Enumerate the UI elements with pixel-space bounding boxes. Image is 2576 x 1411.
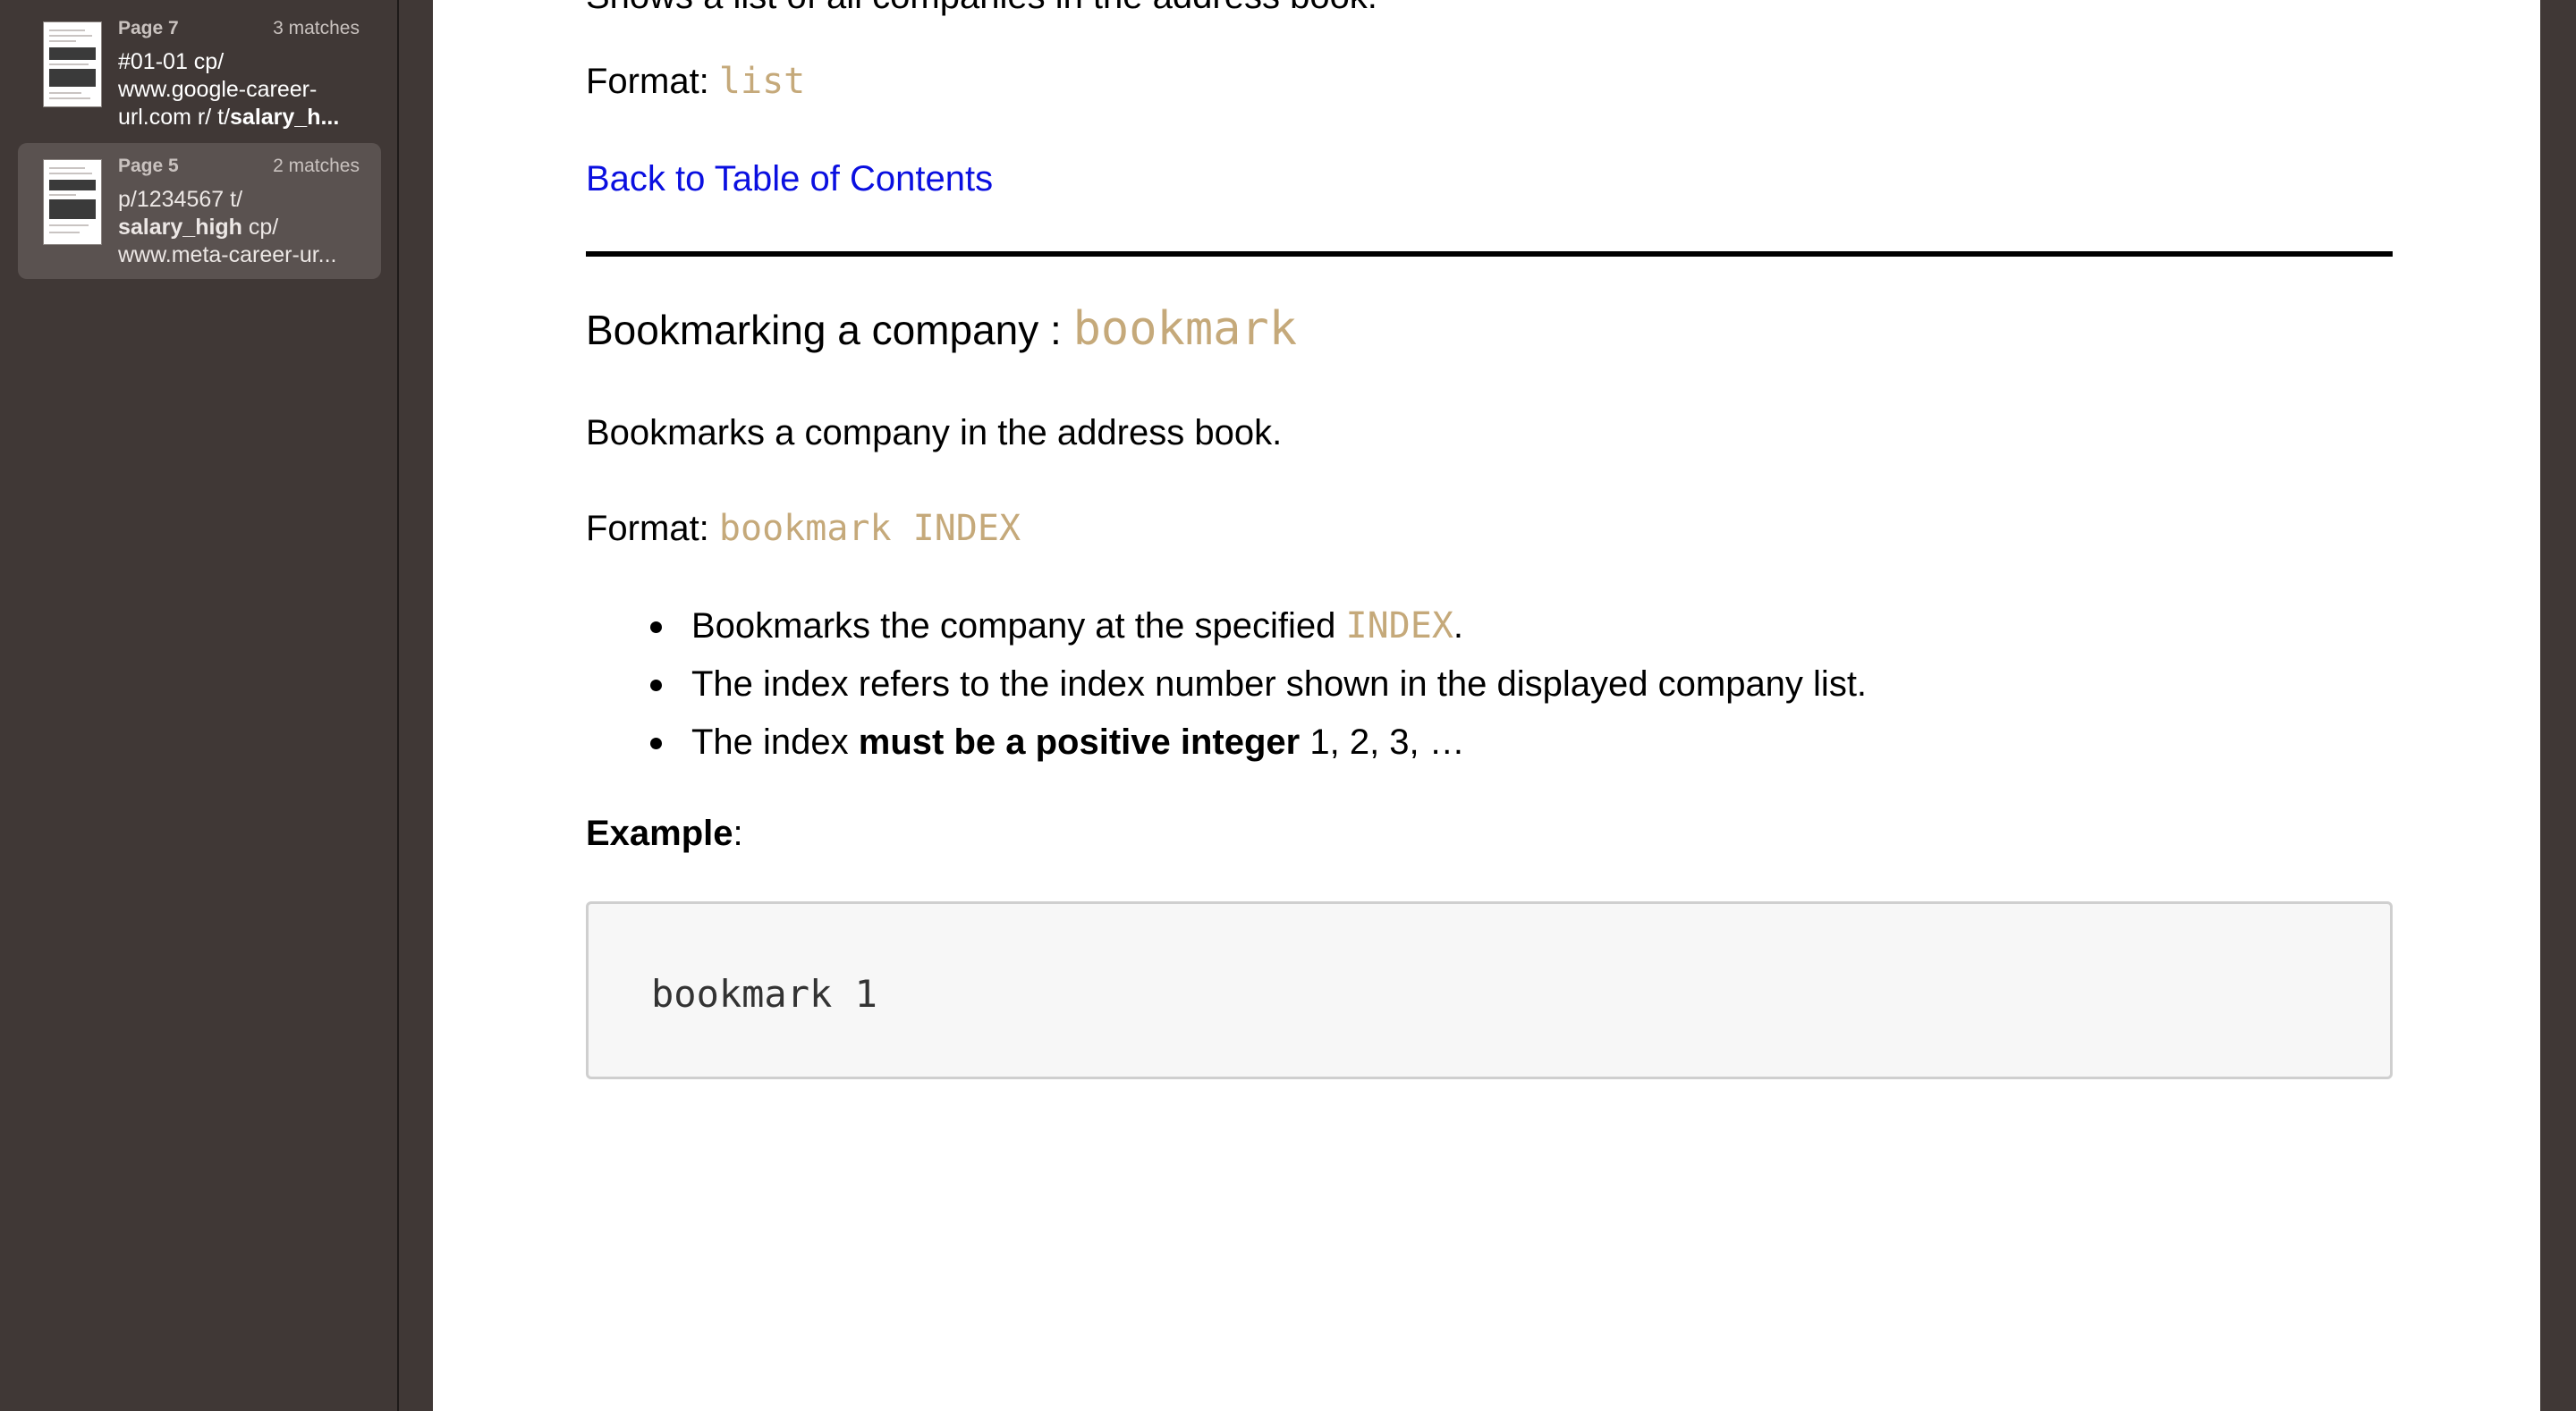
snippet-text: cp/ [242, 215, 279, 240]
example-code: bookmark 1 [651, 972, 877, 1016]
snippet-line: p/1234567 t/ [118, 187, 243, 212]
section-heading: Bookmarking a company : bookmark [586, 302, 1297, 356]
result-page-label: Page 7 [118, 18, 179, 38]
bullet-code: INDEX [1345, 605, 1453, 646]
snippet-line: www.meta-career-ur... [118, 242, 337, 267]
details-list: Bookmarks the company at the specified I… [650, 597, 1867, 772]
format-line: Format: list [586, 61, 805, 102]
snippet-line: www.google-career- [118, 77, 318, 102]
partial-description-line: Shows a list of all companies in the add… [586, 0, 1377, 17]
bullet-text: 1, 2, 3, … [1300, 722, 1465, 762]
example-code-block: bookmark 1 [586, 901, 2393, 1079]
bullet-text: Bookmarks the company at the specified [691, 606, 1346, 646]
result-match-count: 2 matches [273, 156, 360, 176]
section-divider [586, 251, 2393, 257]
result-snippet: #01-01 cp/ www.google-career- url.com r/… [118, 48, 377, 131]
list-item: Bookmarks the company at the specified I… [650, 597, 1867, 655]
snippet-highlight: salary_high [118, 215, 242, 240]
snippet-line: salary_high cp/ [118, 214, 377, 241]
bullet-text: The index [691, 722, 859, 762]
format-line: Format: bookmark INDEX [586, 508, 1021, 549]
list-item: The index refers to the index number sho… [650, 655, 1867, 714]
result-match-count: 3 matches [273, 18, 360, 38]
format-label: Format: [586, 62, 719, 101]
heading-code: bookmark [1072, 302, 1298, 356]
back-to-toc-line: Back to Table of Contents [586, 159, 993, 199]
viewer-gutter [2540, 0, 2576, 1411]
search-results-sidebar: Page 7 3 matches #01-01 cp/ www.google-c… [0, 0, 399, 1411]
format-label: Format: [586, 509, 719, 548]
example-colon: : [733, 814, 743, 853]
heading-text: Bookmarking a company : [586, 307, 1073, 353]
snippet-highlight: salary_h... [230, 105, 340, 130]
result-page-label: Page 5 [118, 156, 179, 176]
snippet-text: url.com r/ t/ [118, 105, 231, 130]
bullet-bold: must be a positive integer [858, 722, 1301, 762]
bullet-text: . [1453, 606, 1464, 646]
format-code: list [718, 61, 806, 102]
list-item: The index must be a positive integer 1, … [650, 714, 1867, 772]
search-result-item-selected[interactable]: Page 5 2 matches p/1234567 t/ salary_hig… [18, 143, 381, 279]
snippet-line: #01-01 cp/ [118, 49, 225, 74]
page-thumbnail [43, 159, 102, 245]
document-page: Shows a list of all companies in the add… [433, 0, 2540, 1411]
section-description: Bookmarks a company in the address book. [586, 413, 1283, 452]
snippet-line: url.com r/ t/salary_h... [118, 104, 377, 131]
page-thumbnail [43, 21, 102, 107]
example-heading: Example: [586, 814, 743, 854]
pdf-viewer-window: Page 7 3 matches #01-01 cp/ www.google-c… [0, 0, 2576, 1411]
format-code: bookmark INDEX [718, 508, 1021, 549]
result-snippet: p/1234567 t/ salary_high cp/ www.meta-ca… [118, 186, 377, 269]
back-to-toc-link[interactable]: Back to Table of Contents [586, 159, 993, 199]
example-label: Example [586, 814, 733, 853]
search-result-item[interactable]: Page 7 3 matches #01-01 cp/ www.google-c… [18, 5, 381, 141]
